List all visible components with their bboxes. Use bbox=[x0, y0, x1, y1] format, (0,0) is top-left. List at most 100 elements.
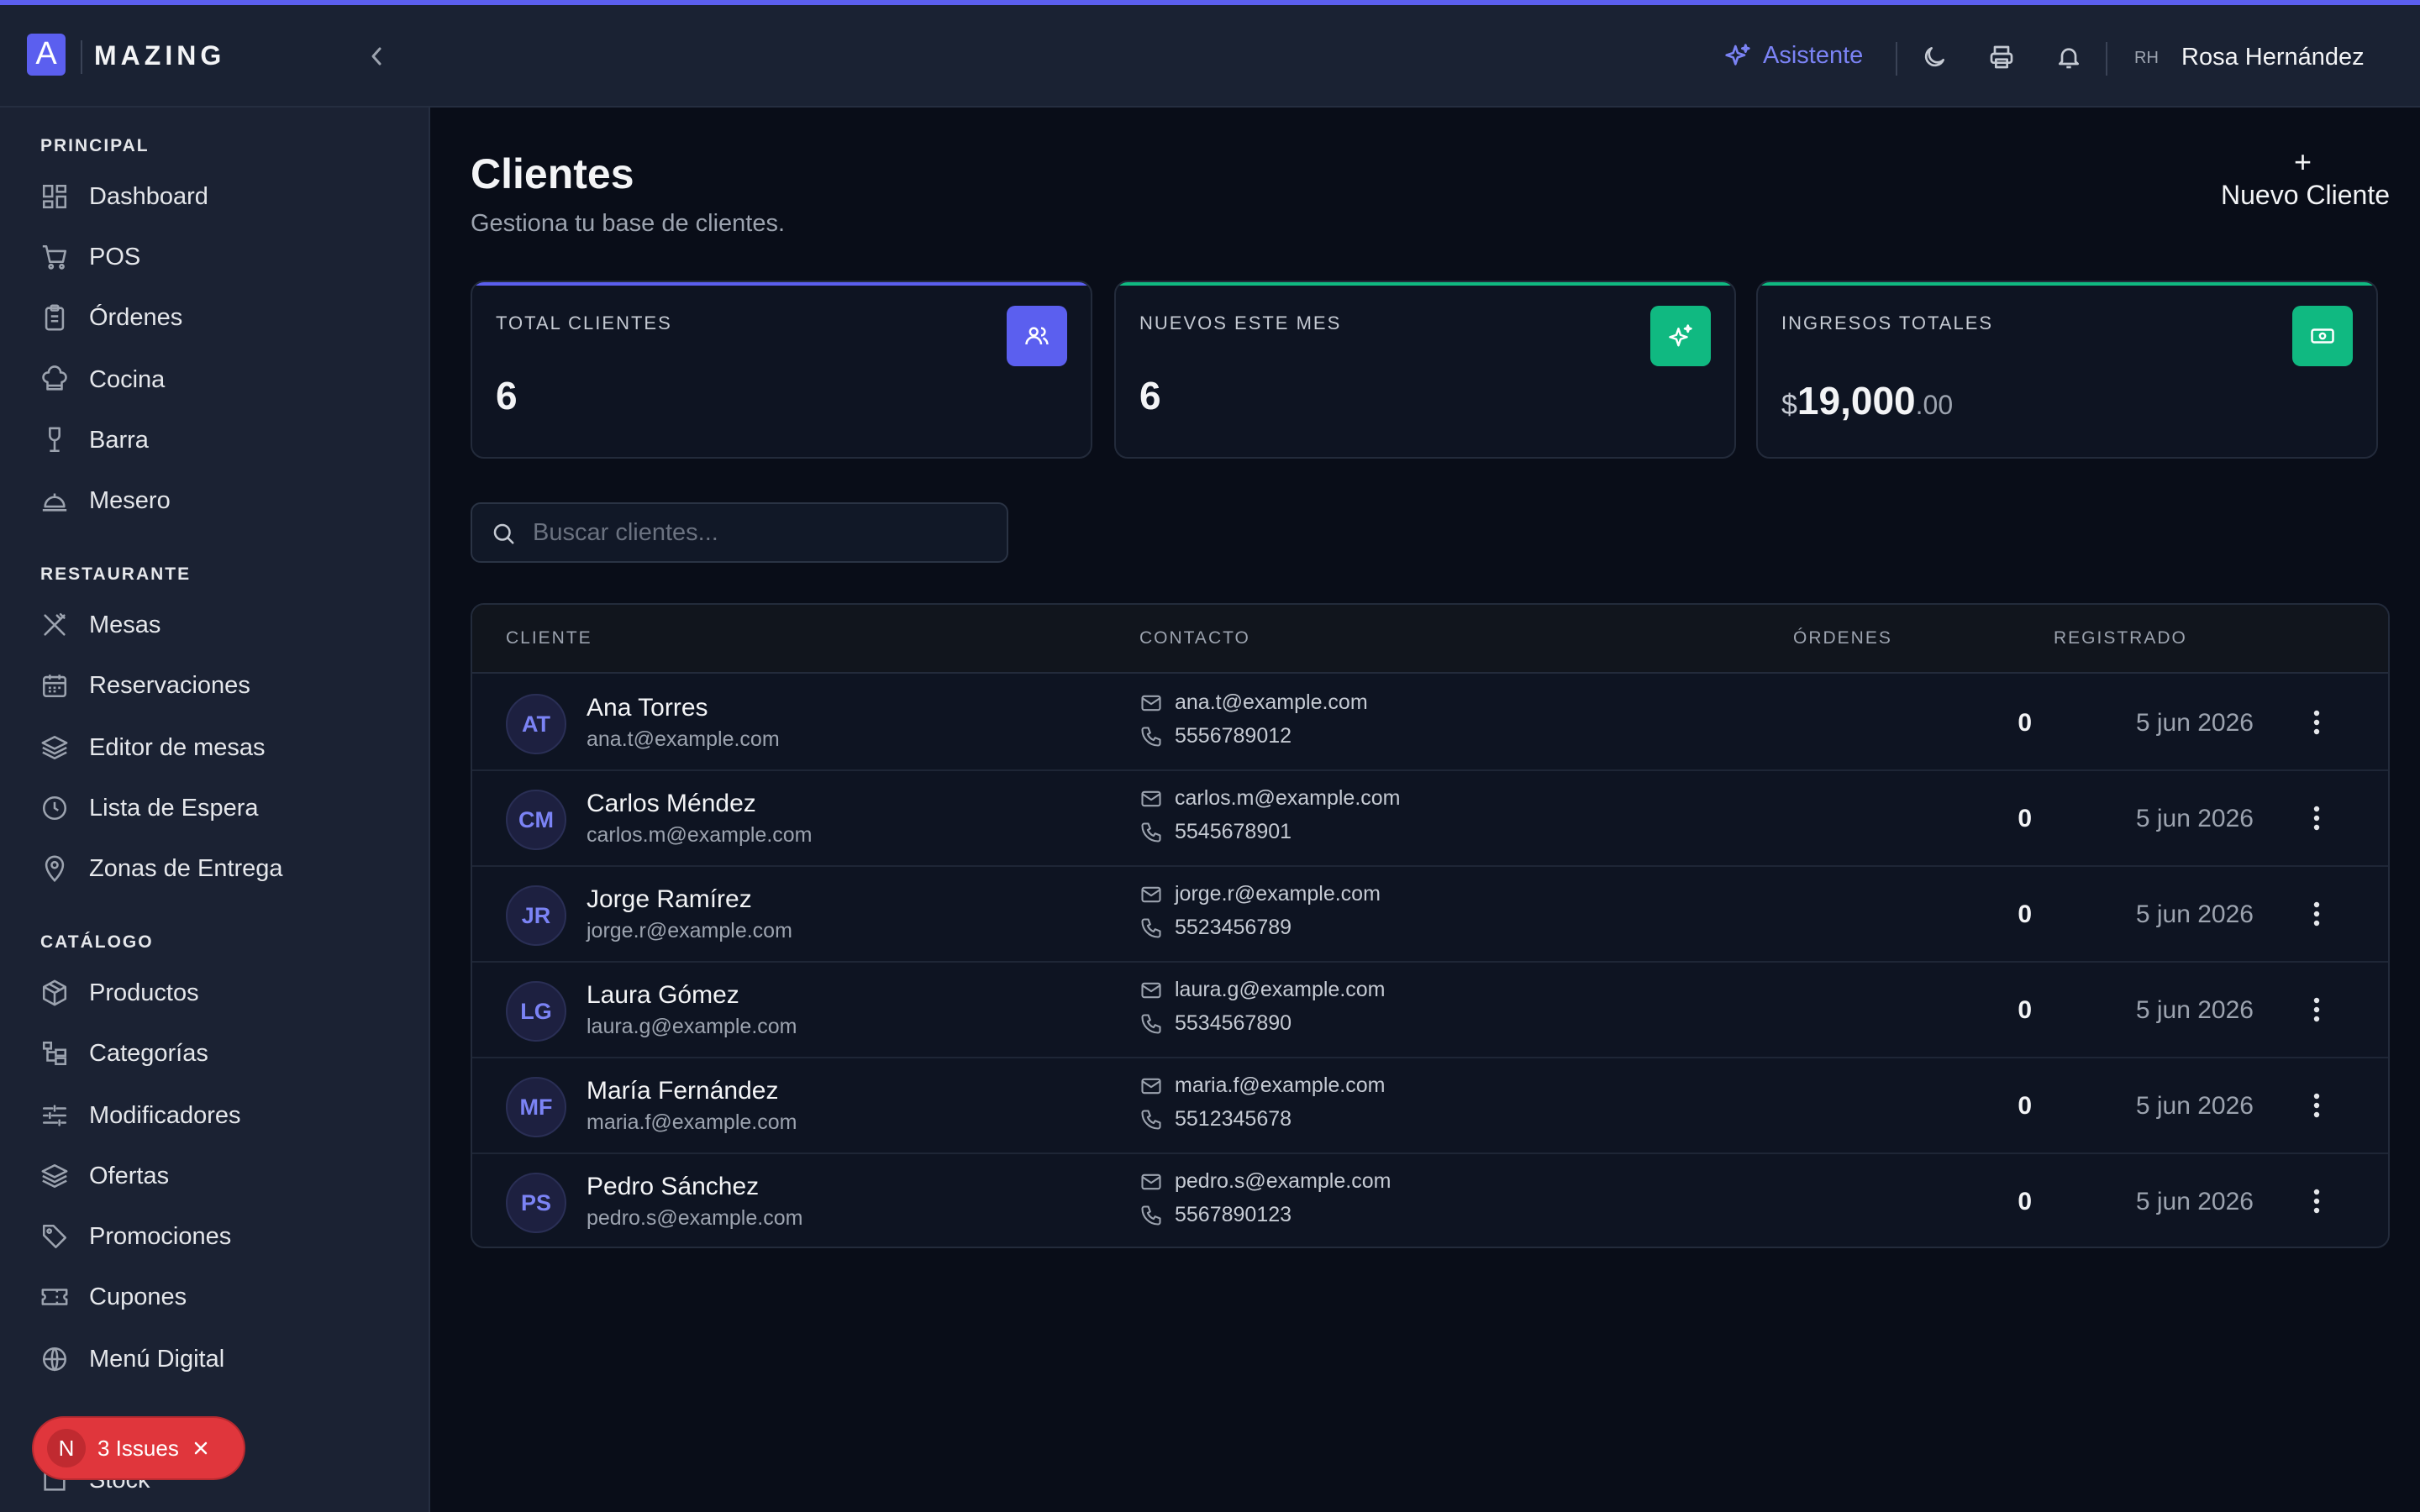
contact-email-text: laura.g@example.com bbox=[1175, 978, 1386, 1001]
contact-email[interactable]: carlos.m@example.com bbox=[1139, 786, 1401, 811]
table-header: CLIENTE CONTACTO ÓRDENES REGISTRADO bbox=[472, 605, 2388, 674]
sidebar-item-dashboard[interactable]: Dashboard bbox=[40, 180, 208, 213]
contact-phone[interactable]: 5556789012 bbox=[1139, 724, 1292, 748]
mail-icon bbox=[1141, 1078, 1161, 1094]
sidebar-item-barra[interactable]: Barra bbox=[40, 423, 149, 457]
sidebar-item-cupones[interactable]: Cupones bbox=[40, 1280, 187, 1314]
card-accent-bar bbox=[1116, 282, 1734, 286]
client-name: Laura Gómez bbox=[587, 981, 739, 1009]
more-options-icon[interactable] bbox=[2304, 993, 2329, 1026]
close-icon[interactable] bbox=[191, 1438, 211, 1458]
sidebar-item-label: Zonas de Entrega bbox=[89, 854, 283, 882]
more-options-icon[interactable] bbox=[2304, 897, 2329, 931]
search-input[interactable] bbox=[533, 504, 995, 561]
contact-phone[interactable]: 5567890123 bbox=[1139, 1203, 1292, 1227]
logo-icon[interactable]: A bbox=[27, 34, 66, 76]
sidebar-item-productos[interactable]: Productos bbox=[40, 976, 199, 1010]
sidebar-item-label: Editor de mesas bbox=[89, 733, 266, 761]
contact-phone-text: 5556789012 bbox=[1175, 724, 1292, 748]
sidebar-item-label: Cocina bbox=[89, 365, 166, 393]
table-row[interactable]: CM Carlos Méndez carlos.m@example.com ca… bbox=[472, 771, 2388, 867]
printer-icon[interactable] bbox=[1988, 44, 2015, 71]
avatar: MF bbox=[506, 1077, 566, 1137]
contact-email[interactable]: ana.t@example.com bbox=[1139, 690, 1368, 715]
sidebar-item-label: Cupones bbox=[89, 1283, 187, 1310]
sidebar-item-modificadores[interactable]: Modificadores bbox=[40, 1099, 241, 1132]
client-email: carlos.m@example.com bbox=[587, 823, 813, 847]
more-options-icon[interactable] bbox=[2304, 706, 2329, 739]
bell-icon[interactable] bbox=[2055, 44, 2082, 71]
income-integer: 19,000 bbox=[1797, 379, 1916, 423]
assistant-button[interactable]: Asistente bbox=[1724, 42, 1863, 70]
page-title: Clientes bbox=[471, 150, 634, 197]
moon-icon[interactable] bbox=[1921, 44, 1948, 71]
stat-card-total-clients: TOTAL CLIENTES 6 bbox=[471, 281, 1092, 459]
sidebar-item-label: POS bbox=[89, 243, 141, 270]
phone-icon bbox=[1141, 1205, 1161, 1226]
more-options-icon[interactable] bbox=[2304, 1089, 2329, 1122]
sidebar-item-ordenes[interactable]: Órdenes bbox=[40, 301, 182, 334]
phone-icon bbox=[1141, 1109, 1161, 1130]
sidebar-item-label: Modificadores bbox=[89, 1101, 241, 1129]
globe-icon bbox=[42, 1347, 67, 1372]
table-row[interactable]: LG Laura Gómez laura.g@example.com laura… bbox=[472, 963, 2388, 1058]
mail-icon bbox=[1141, 695, 1161, 711]
issues-label: 3 Issues bbox=[97, 1435, 179, 1461]
new-client-label: Nuevo Cliente bbox=[2221, 180, 2390, 210]
column-header-client[interactable]: CLIENTE bbox=[506, 628, 592, 648]
contact-phone[interactable]: 5545678901 bbox=[1139, 820, 1292, 844]
contact-email[interactable]: jorge.r@example.com bbox=[1139, 882, 1381, 906]
sidebar-item-label: Ofertas bbox=[89, 1162, 170, 1189]
sidebar-item-menu-digital[interactable]: Menú Digital bbox=[40, 1342, 224, 1376]
sidebar-item-mesero[interactable]: Mesero bbox=[40, 484, 171, 517]
client-email: ana.t@example.com bbox=[587, 727, 780, 751]
more-options-icon[interactable] bbox=[2304, 1184, 2329, 1218]
sidebar-item-lista-espera[interactable]: Lista de Espera bbox=[40, 791, 259, 825]
contact-phone[interactable]: 5523456789 bbox=[1139, 916, 1292, 940]
sidebar-item-promociones[interactable]: Promociones bbox=[40, 1220, 231, 1253]
collapse-sidebar-icon[interactable] bbox=[366, 42, 387, 71]
sidebar-item-label: Promociones bbox=[89, 1222, 232, 1250]
contact-email[interactable]: pedro.s@example.com bbox=[1139, 1169, 1391, 1194]
sidebar-item-cocina[interactable]: Cocina bbox=[40, 363, 165, 396]
contact-email[interactable]: maria.f@example.com bbox=[1139, 1074, 1385, 1098]
main-content: Clientes Gestiona tu base de clientes. +… bbox=[432, 108, 2420, 1512]
sidebar-item-categorias[interactable]: Categorías bbox=[40, 1037, 208, 1070]
sidebar-item-mesas[interactable]: Mesas bbox=[40, 608, 160, 642]
banknote-icon bbox=[2292, 306, 2353, 366]
folder-tree-icon bbox=[42, 1041, 67, 1066]
sidebar-item-ofertas[interactable]: Ofertas bbox=[40, 1159, 169, 1193]
contact-phone-text: 5512345678 bbox=[1175, 1107, 1292, 1131]
header-divider bbox=[1896, 42, 1897, 76]
client-name: Carlos Méndez bbox=[587, 790, 756, 817]
contact-phone[interactable]: 5534567890 bbox=[1139, 1011, 1292, 1036]
more-options-icon[interactable] bbox=[2304, 801, 2329, 835]
stat-value: 6 bbox=[1139, 374, 1161, 417]
search-field[interactable] bbox=[471, 502, 1008, 563]
avatar: LG bbox=[506, 981, 566, 1042]
user-name[interactable]: Rosa Hernández bbox=[2181, 44, 2365, 71]
registered-date: 5 jun 2026 bbox=[2135, 996, 2254, 1024]
sidebar-item-pos[interactable]: POS bbox=[40, 240, 140, 274]
table-row[interactable]: AT Ana Torres ana.t@example.com ana.t@ex… bbox=[472, 675, 2388, 771]
sidebar-item-editor-mesas[interactable]: Editor de mesas bbox=[40, 731, 266, 764]
sidebar-item-reservaciones[interactable]: Reservaciones bbox=[40, 669, 250, 702]
phone-icon bbox=[1141, 726, 1161, 747]
stat-value: 6 bbox=[496, 374, 518, 417]
column-header-contact[interactable]: CONTACTO bbox=[1139, 628, 1250, 648]
table-row[interactable]: PS Pedro Sánchez pedro.s@example.com ped… bbox=[472, 1154, 2388, 1247]
phone-icon bbox=[1141, 1013, 1161, 1034]
user-avatar[interactable]: RH bbox=[2134, 49, 2159, 68]
column-header-registered[interactable]: REGISTRADO bbox=[2054, 628, 2187, 648]
table-row[interactable]: MF María Fernández maria.f@example.com m… bbox=[472, 1058, 2388, 1154]
registered-date: 5 jun 2026 bbox=[2135, 900, 2254, 928]
table-row[interactable]: JR Jorge Ramírez jorge.r@example.com jor… bbox=[472, 867, 2388, 963]
sparkles-icon bbox=[1650, 306, 1711, 366]
phone-icon bbox=[1141, 917, 1161, 938]
issues-badge[interactable]: N 3 Issues bbox=[34, 1418, 244, 1478]
column-header-orders[interactable]: ÓRDENES bbox=[1793, 628, 1892, 648]
client-email: maria.f@example.com bbox=[587, 1110, 797, 1134]
contact-phone[interactable]: 5512345678 bbox=[1139, 1107, 1292, 1131]
contact-email[interactable]: laura.g@example.com bbox=[1139, 978, 1386, 1002]
sidebar-item-zonas-entrega[interactable]: Zonas de Entrega bbox=[40, 852, 283, 885]
